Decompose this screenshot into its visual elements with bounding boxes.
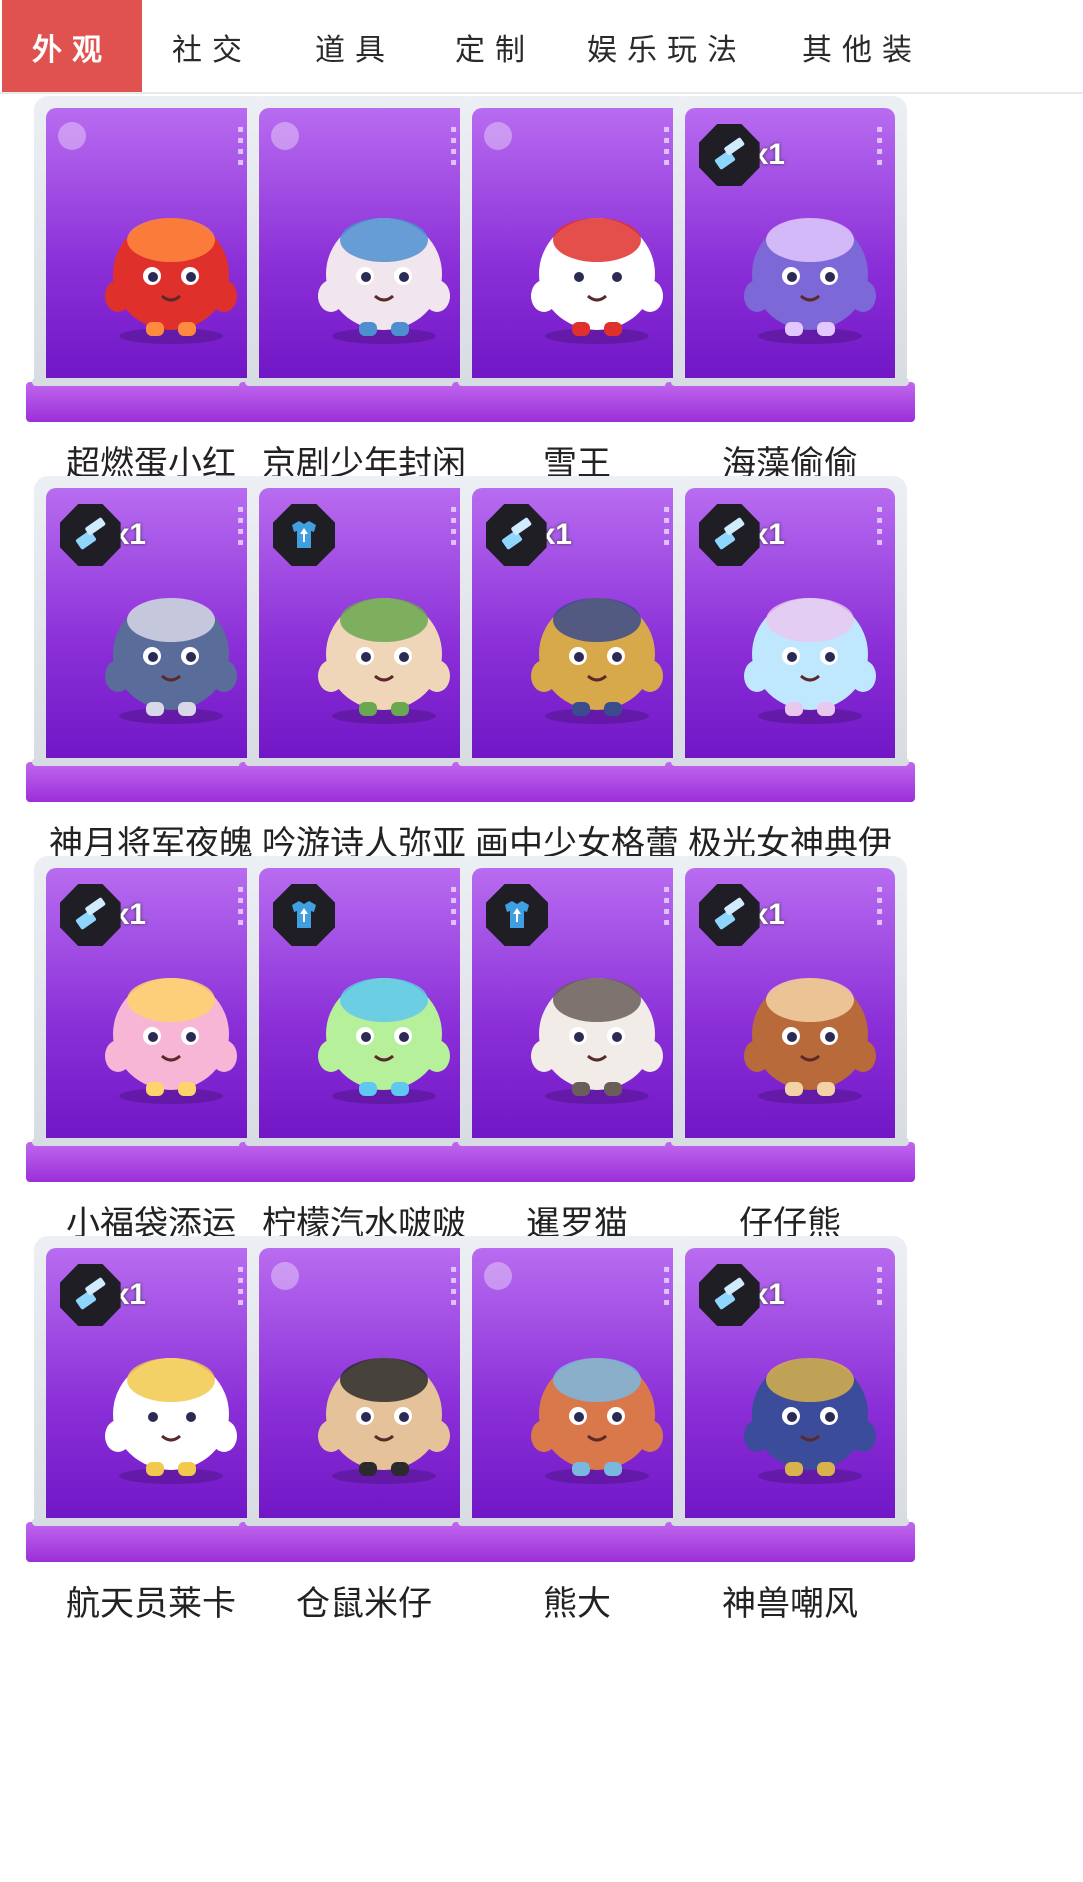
painting-girl-figure: [512, 558, 682, 728]
bean-logo-icon: [271, 1262, 299, 1290]
item-badge: x1: [60, 1264, 146, 1326]
tab-1[interactable]: 社交: [142, 0, 282, 92]
category-tab-bar: 外观 社交 道具 定制 娱乐玩法 其他装: [0, 0, 1083, 94]
bean-logo-icon: [58, 122, 86, 150]
lucky-bag-figure: [86, 938, 256, 1108]
item-badge: x1: [486, 504, 572, 566]
case-decoration: ▪▪▪▪: [874, 504, 885, 548]
shirt-icon: [273, 884, 335, 946]
tab-2[interactable]: 道具: [282, 0, 428, 92]
lemon-soda-figure: [299, 938, 469, 1108]
case-decoration: ▪▪▪▪: [874, 884, 885, 928]
item-badge: x1: [699, 1264, 785, 1326]
astronaut-dog-figure: [86, 1318, 256, 1488]
brush-icon: [699, 504, 760, 566]
brush-icon: [486, 504, 547, 566]
bard-figure: [299, 558, 469, 728]
brush-icon: [60, 884, 121, 946]
item-display-case: ▪▪▪▪ x1: [665, 856, 915, 1184]
case-decoration: ▪▪▪▪: [874, 124, 885, 168]
item-badge: x1: [699, 504, 785, 566]
bear-figure: [725, 938, 895, 1108]
case-base: [665, 1138, 915, 1182]
snowman-figure: [512, 178, 682, 348]
item-name: 神兽嘲风: [722, 1584, 858, 1624]
item-badge: [486, 884, 572, 946]
opera-figure: [299, 178, 469, 348]
hamster-figure: [299, 1318, 469, 1488]
item-display-case: ▪▪▪▪ x1: [665, 476, 915, 804]
brush-icon: [60, 1264, 121, 1326]
item-display-case: ▪▪▪▪ x1: [665, 96, 915, 424]
robot-figure: [86, 178, 256, 348]
item-badge: [273, 504, 359, 566]
brush-icon: [60, 504, 121, 566]
item-badge: [273, 884, 359, 946]
bean-logo-icon: [484, 122, 512, 150]
fluffy-figure: [725, 178, 895, 348]
case-base: [665, 1518, 915, 1562]
shirt-icon: [486, 884, 548, 946]
aurora-figure: [725, 558, 895, 728]
bean-logo-icon: [484, 1262, 512, 1290]
item-badge: x1: [699, 884, 785, 946]
item-badge: x1: [60, 504, 146, 566]
brush-icon: [699, 884, 760, 946]
tab-0[interactable]: 外观: [2, 0, 142, 92]
shirt-icon: [273, 504, 335, 566]
cat-figure: [512, 938, 682, 1108]
general-figure: [86, 558, 256, 728]
brush-icon: [699, 1264, 760, 1326]
beast-figure: [725, 1318, 895, 1488]
tab-5[interactable]: 其他装: [772, 0, 952, 92]
brown-bear-figure: [512, 1318, 682, 1488]
tab-4[interactable]: 娱乐玩法: [562, 0, 772, 92]
case-decoration: ▪▪▪▪: [874, 1264, 885, 1308]
bean-logo-icon: [271, 122, 299, 150]
item-display-case: ▪▪▪▪ x1: [665, 1236, 915, 1564]
item-badge: x1: [60, 884, 146, 946]
case-base: [665, 758, 915, 802]
item-badge: x1: [699, 124, 785, 186]
case-base: [665, 378, 915, 422]
brush-icon: [699, 124, 760, 186]
tab-3[interactable]: 定制: [428, 0, 562, 92]
